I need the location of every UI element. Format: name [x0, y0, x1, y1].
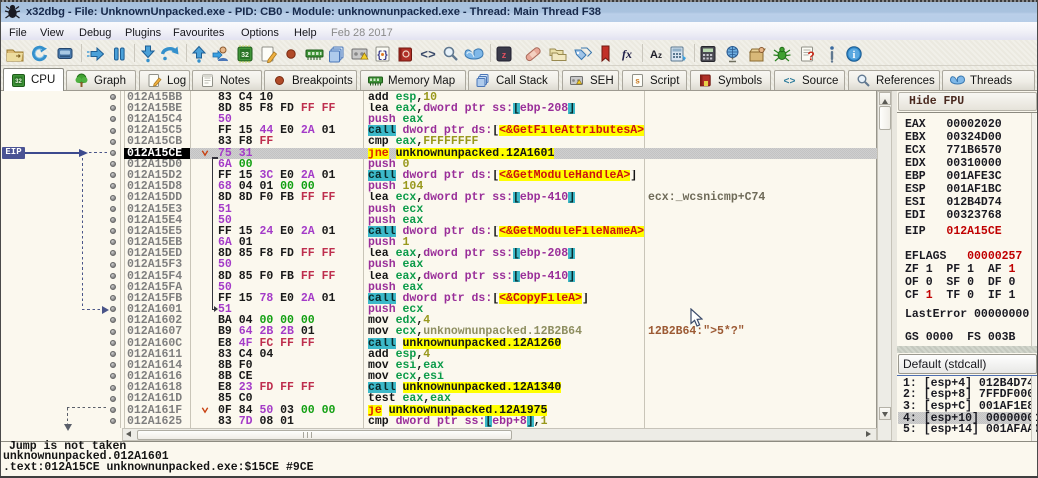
svg-text:z: z	[502, 50, 507, 60]
svg-text:<>: <>	[420, 48, 436, 63]
svg-text:<>: <>	[783, 77, 795, 88]
svg-text:32: 32	[15, 79, 22, 85]
svg-text:s: s	[635, 78, 640, 87]
svg-text:Az: Az	[650, 49, 662, 61]
svg-text:32: 32	[241, 52, 249, 59]
svg-text:fx: fx	[622, 47, 632, 61]
svg-text:?: ?	[807, 49, 814, 63]
svg-text:i: i	[853, 50, 856, 61]
